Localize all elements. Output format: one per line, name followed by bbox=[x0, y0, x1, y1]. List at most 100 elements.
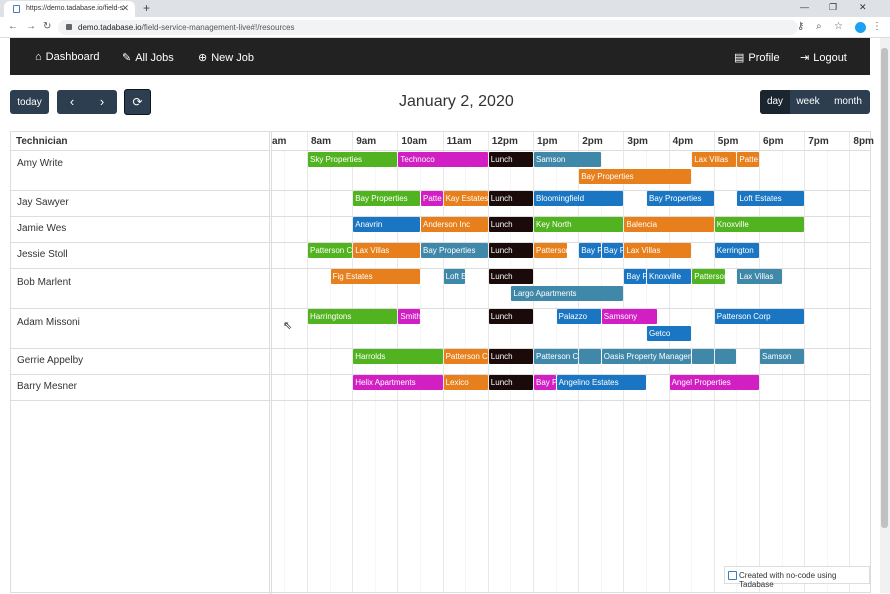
url-field[interactable]: demo.tadabase.io/field-service-managemen… bbox=[58, 20, 798, 35]
star-icon[interactable]: ☆ bbox=[834, 21, 843, 32]
job-event[interactable]: Lax Villas bbox=[737, 269, 782, 284]
job-event[interactable]: Loft Estates bbox=[737, 191, 805, 206]
hour-label: 5pm bbox=[717, 136, 739, 147]
chevron-left-icon: ‹ bbox=[69, 94, 75, 109]
prev-button[interactable]: ‹ bbox=[57, 90, 87, 114]
job-event[interactable]: Lax Villas bbox=[624, 243, 692, 258]
hour-label: 8am bbox=[311, 136, 332, 147]
job-event[interactable]: Kay Estates bbox=[443, 191, 488, 206]
job-event[interactable]: Sky Properties bbox=[308, 152, 398, 167]
nav-all-jobs[interactable]: ✎ All Jobs bbox=[122, 51, 174, 64]
restore-icon[interactable]: ❐ bbox=[829, 2, 837, 13]
job-event[interactable]: Samsony bbox=[601, 309, 658, 324]
job-event[interactable]: Patterson bbox=[692, 269, 726, 284]
resource-divider[interactable] bbox=[269, 132, 272, 594]
job-event[interactable]: Bay Properties bbox=[534, 375, 556, 390]
job-event[interactable]: Bay Properties bbox=[601, 243, 624, 258]
browser-tab[interactable]: https://demo.tadabase.io/field-s ✕ bbox=[4, 1, 135, 17]
view-day-button[interactable]: day bbox=[760, 90, 790, 114]
job-event[interactable]: Helix Apartments bbox=[353, 375, 443, 390]
back-icon[interactable]: ← bbox=[8, 21, 18, 32]
job-event[interactable]: Patterson Corp bbox=[443, 349, 488, 364]
job-event[interactable]: Lunch bbox=[488, 375, 533, 390]
job-event[interactable]: Bay Properties bbox=[624, 269, 646, 284]
job-event[interactable]: Bay Properties bbox=[421, 243, 488, 258]
hour-label: 2pm bbox=[582, 136, 603, 147]
view-month-button[interactable]: month bbox=[826, 90, 870, 114]
job-event[interactable]: Bay Properties bbox=[579, 169, 692, 184]
job-event[interactable]: Loft Estates bbox=[443, 269, 466, 284]
refresh-button[interactable]: ⟳ bbox=[124, 89, 151, 115]
nav-profile[interactable]: ▤ Profile bbox=[734, 51, 780, 64]
job-event[interactable]: Bloomingfield bbox=[534, 191, 624, 206]
job-event[interactable]: Patterson Corp bbox=[308, 243, 353, 258]
job-event[interactable]: Oasis Property Management bbox=[601, 349, 692, 364]
nav-new-job[interactable]: ⊕ New Job bbox=[198, 51, 254, 64]
job-event[interactable]: Getco bbox=[647, 326, 692, 341]
job-event[interactable]: Lunch bbox=[488, 349, 533, 364]
job-event[interactable]: Balencia bbox=[624, 217, 714, 232]
job-event[interactable]: Lax Villas bbox=[692, 152, 737, 167]
new-tab-icon[interactable]: + bbox=[143, 1, 150, 15]
job-event[interactable]: Samson bbox=[760, 349, 805, 364]
job-event[interactable]: Bay Properties bbox=[647, 191, 714, 206]
job-event[interactable]: Angelino Estates bbox=[556, 375, 646, 390]
job-event[interactable]: Lax Villas bbox=[353, 243, 420, 258]
job-event[interactable]: Samson bbox=[534, 152, 601, 167]
job-event[interactable]: Harrolds bbox=[353, 349, 443, 364]
hour-label: 1pm bbox=[537, 136, 558, 147]
job-event[interactable]: Lunch bbox=[488, 243, 533, 258]
job-event[interactable]: Patterson Corp bbox=[714, 309, 805, 324]
today-button[interactable]: today bbox=[10, 90, 49, 114]
job-event[interactable]: Lunch bbox=[488, 309, 533, 324]
scrollbar-thumb[interactable] bbox=[881, 48, 888, 528]
job-event[interactable]: Lexico bbox=[443, 375, 488, 390]
job-event[interactable]: Patte bbox=[737, 152, 759, 167]
forward-icon[interactable]: → bbox=[26, 21, 36, 32]
job-event[interactable]: Knoxville bbox=[714, 217, 805, 232]
job-event[interactable]: Lunch bbox=[488, 217, 533, 232]
page-icon bbox=[13, 5, 20, 13]
minimize-icon[interactable]: — bbox=[800, 2, 809, 12]
view-week-button[interactable]: week bbox=[790, 90, 826, 114]
menu-icon[interactable]: ⋮ bbox=[872, 21, 882, 32]
nav-logout[interactable]: ⇥ Logout bbox=[800, 51, 847, 64]
close-window-icon[interactable]: ✕ bbox=[859, 2, 867, 13]
tab-title: https://demo.tadabase.io/field-s bbox=[26, 5, 124, 12]
job-event[interactable]: Fig Estates bbox=[330, 269, 420, 284]
job-event[interactable]: Technoco bbox=[398, 152, 488, 167]
job-event[interactable]: Smith bbox=[398, 309, 420, 324]
close-tab-icon[interactable]: ✕ bbox=[121, 3, 129, 14]
job-event[interactable] bbox=[714, 349, 737, 364]
job-event[interactable]: Harringtons bbox=[308, 309, 398, 324]
job-event[interactable]: Angel Properties bbox=[669, 375, 759, 390]
page-scrollbar[interactable] bbox=[880, 38, 890, 593]
job-event[interactable]: Anderson Inc bbox=[421, 217, 488, 232]
nav-dashboard[interactable]: ⌂ Dashboard bbox=[35, 51, 99, 63]
reload-icon[interactable]: ↻ bbox=[43, 21, 51, 32]
hour-label: am bbox=[272, 136, 287, 147]
key-icon[interactable]: ⚷ bbox=[797, 21, 804, 32]
zoom-icon[interactable]: ⌕ bbox=[816, 21, 822, 32]
next-button[interactable]: › bbox=[87, 90, 117, 114]
job-event[interactable]: Lunch bbox=[488, 152, 533, 167]
job-event[interactable]: Bay Properties bbox=[353, 191, 420, 206]
job-event[interactable]: Patterson Corp bbox=[534, 349, 579, 364]
job-event[interactable]: Lunch bbox=[488, 191, 533, 206]
extension-icon[interactable] bbox=[855, 22, 866, 33]
calendar-title: January 2, 2020 bbox=[399, 93, 514, 110]
job-event[interactable]: Palazzo bbox=[556, 309, 601, 324]
job-event[interactable]: Patte bbox=[421, 191, 443, 206]
job-event[interactable]: Largo Apartments bbox=[511, 286, 624, 301]
tadabase-badge[interactable]: Created with no-code using Tadabase bbox=[724, 566, 870, 589]
job-event[interactable]: Key North bbox=[534, 217, 624, 232]
job-event[interactable]: Anavrin bbox=[353, 217, 420, 232]
technician-name: Jay Sawyer bbox=[17, 197, 69, 208]
job-event[interactable]: Knoxville bbox=[647, 269, 692, 284]
job-event[interactable]: Patterson bbox=[534, 243, 567, 258]
job-event[interactable]: Kerrington bbox=[714, 243, 759, 258]
job-event[interactable]: Lunch bbox=[488, 269, 533, 284]
job-event[interactable] bbox=[579, 349, 601, 364]
job-event[interactable] bbox=[692, 349, 714, 364]
job-event[interactable]: Bay Properties bbox=[579, 243, 601, 258]
